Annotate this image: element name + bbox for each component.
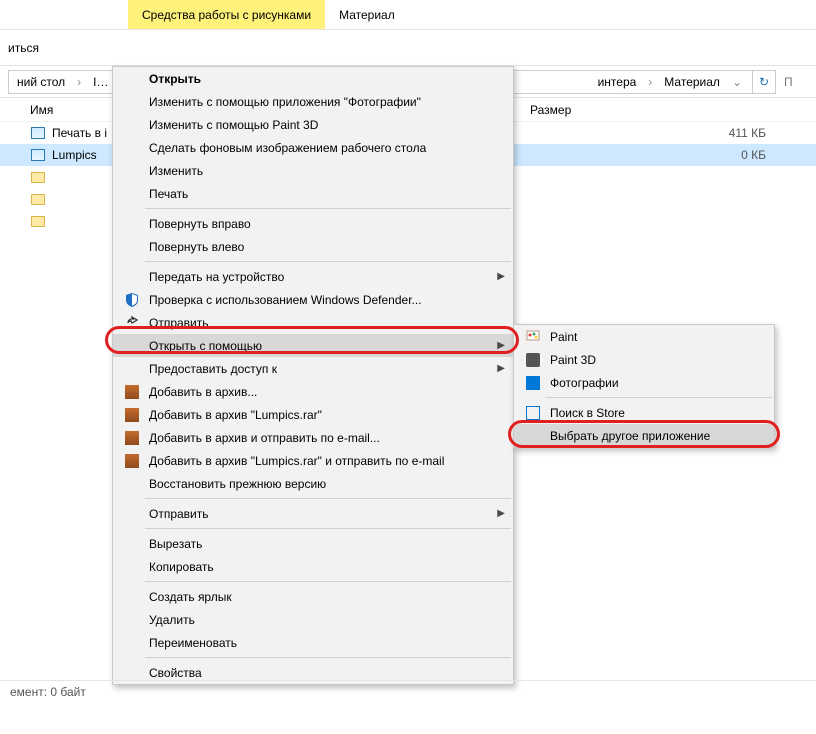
separator (145, 498, 511, 499)
menu-edit-paint3d[interactable]: Изменить с помощью Paint 3D (113, 113, 513, 136)
menu-cast[interactable]: Передать на устройство▶ (113, 265, 513, 288)
submenu-arrow-icon: ▶ (489, 508, 505, 519)
ribbon-tab-picture-tools[interactable]: Средства работы с рисунками (128, 0, 325, 29)
open-with-submenu: Paint Paint 3D Фотографии Поиск в Store … (513, 324, 775, 448)
folder-icon (30, 169, 46, 185)
breadcrumb-material[interactable]: Материал (662, 75, 722, 89)
chevron-right-icon[interactable]: › (73, 75, 85, 89)
ribbon-tabs: Средства работы с рисунками Материал (0, 0, 816, 30)
rar-icon (121, 383, 143, 401)
separator (145, 208, 511, 209)
status-text: емент: 0 байт (10, 685, 86, 699)
submenu-paint[interactable]: Paint (514, 325, 774, 348)
folder-icon (30, 191, 46, 207)
file-name: Печать в і (52, 126, 107, 140)
submenu-paint3d[interactable]: Paint 3D (514, 348, 774, 371)
menu-edit[interactable]: Изменить (113, 159, 513, 182)
folder-icon (30, 213, 46, 229)
menu-add-archive-email[interactable]: Добавить в архив и отправить по e-mail..… (113, 426, 513, 449)
photos-icon (522, 374, 544, 392)
submenu-arrow-icon: ▶ (489, 271, 505, 282)
separator (145, 528, 511, 529)
menu-add-lumpics-email[interactable]: Добавить в архив "Lumpics.rar" и отправи… (113, 449, 513, 472)
menu-share[interactable]: Отправить (113, 311, 513, 334)
menu-add-lumpics-rar[interactable]: Добавить в архив "Lumpics.rar" (113, 403, 513, 426)
menu-give-access[interactable]: Предоставить доступ к▶ (113, 357, 513, 380)
rar-icon (121, 452, 143, 470)
menu-print[interactable]: Печать (113, 182, 513, 205)
column-size[interactable]: Размер (530, 103, 650, 117)
separator (145, 657, 511, 658)
chevron-down-icon[interactable]: ⌄ (728, 75, 746, 89)
separator (145, 261, 511, 262)
submenu-arrow-icon: ▶ (489, 340, 505, 351)
menu-restore-version[interactable]: Восстановить прежнюю версию (113, 472, 513, 495)
share-icon (121, 314, 143, 332)
submenu-photos[interactable]: Фотографии (514, 371, 774, 394)
submenu-arrow-icon: ▶ (489, 363, 505, 374)
rar-icon (121, 429, 143, 447)
chevron-right-icon[interactable]: › (644, 75, 656, 89)
menu-rotate-left[interactable]: Повернуть влево (113, 235, 513, 258)
paint-icon (522, 328, 544, 346)
rar-icon (121, 406, 143, 424)
menu-open-with[interactable]: Открыть с помощью▶ (113, 334, 513, 357)
context-menu: Открыть Изменить с помощью приложения "Ф… (112, 66, 514, 685)
menu-create-shortcut[interactable]: Создать ярлык (113, 585, 513, 608)
image-file-icon (30, 147, 46, 163)
toolbar: иться (0, 30, 816, 66)
breadcrumb-printer[interactable]: интера (596, 75, 639, 89)
status-bar: емент: 0 байт (0, 680, 816, 702)
shield-icon (121, 291, 143, 309)
menu-open[interactable]: Открыть (113, 67, 513, 90)
menu-rename[interactable]: Переименовать (113, 631, 513, 654)
menu-send-to[interactable]: Отправить▶ (113, 502, 513, 525)
ribbon-tab-material[interactable]: Материал (325, 0, 409, 29)
file-size: 411 КБ (696, 126, 816, 140)
menu-add-archive[interactable]: Добавить в архив... (113, 380, 513, 403)
breadcrumb-desktop[interactable]: ний стол (15, 75, 67, 89)
menu-defender[interactable]: Проверка с использованием Windows Defend… (113, 288, 513, 311)
separator (546, 397, 772, 398)
search-box-fragment[interactable]: П (784, 75, 808, 89)
menu-edit-photos[interactable]: Изменить с помощью приложения "Фотографи… (113, 90, 513, 113)
menu-set-wallpaper[interactable]: Сделать фоновым изображением рабочего ст… (113, 136, 513, 159)
submenu-store[interactable]: Поиск в Store (514, 401, 774, 424)
refresh-icon[interactable]: ↻ (752, 70, 776, 94)
breadcrumb-truncated[interactable]: I… (91, 75, 110, 89)
image-file-icon (30, 125, 46, 141)
menu-copy[interactable]: Копировать (113, 555, 513, 578)
separator (145, 581, 511, 582)
menu-delete[interactable]: Удалить (113, 608, 513, 631)
menu-cut[interactable]: Вырезать (113, 532, 513, 555)
toolbar-fragment: иться (8, 41, 62, 55)
menu-rotate-right[interactable]: Повернуть вправо (113, 212, 513, 235)
store-icon (522, 404, 544, 422)
file-size: 0 КБ (696, 148, 816, 162)
file-name: Lumpics (52, 148, 97, 162)
paint3d-icon (522, 351, 544, 369)
submenu-choose-another[interactable]: Выбрать другое приложение (514, 424, 774, 447)
